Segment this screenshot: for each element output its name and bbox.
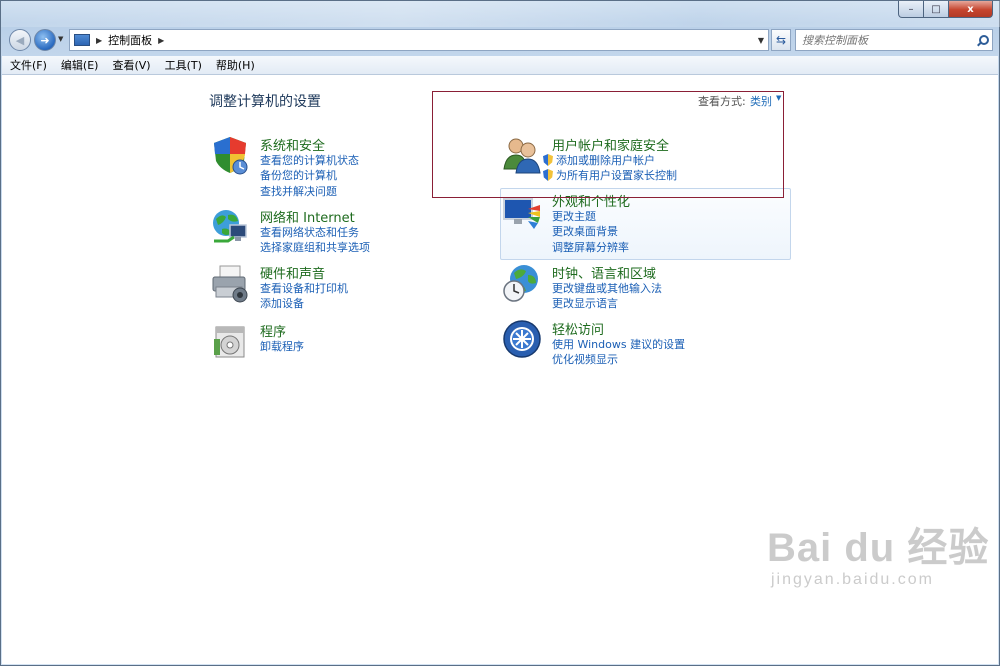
link-change-display-language[interactable]: 更改显示语言 bbox=[552, 295, 618, 311]
category-programs: 程序 卸载程序 bbox=[210, 321, 450, 361]
breadcrumb-separator-icon[interactable]: ▶ bbox=[158, 36, 164, 45]
link-view-network-status[interactable]: 查看网络状态和任务 bbox=[260, 224, 359, 240]
annotation-highlight-box bbox=[432, 91, 784, 198]
network-icon[interactable] bbox=[210, 207, 250, 247]
back-button[interactable]: ◀ bbox=[9, 29, 31, 51]
link-devices-printers[interactable]: 查看设备和打印机 bbox=[260, 280, 348, 296]
link-uninstall-program[interactable]: 卸载程序 bbox=[260, 338, 304, 354]
watermark-main: Bai du 经验 bbox=[767, 526, 990, 570]
watermark-url: jingyan.baidu.com bbox=[771, 571, 934, 588]
recent-pages-dropdown[interactable]: ▼ bbox=[58, 35, 66, 43]
menu-edit[interactable]: 编辑(E) bbox=[61, 57, 99, 73]
navigation-bar: ◀ ➜ ▼ ▶ 控制面板 ▶ ▼ ⇆ bbox=[7, 27, 993, 53]
printer-icon[interactable] bbox=[210, 263, 250, 303]
breadcrumb-separator-icon[interactable]: ▶ bbox=[96, 36, 102, 45]
close-button[interactable]: x bbox=[949, 1, 993, 18]
search-box[interactable] bbox=[795, 29, 993, 51]
link-troubleshoot[interactable]: 查找并解决问题 bbox=[260, 183, 337, 199]
maximize-button[interactable]: □ bbox=[924, 1, 949, 18]
control-panel-icon bbox=[74, 34, 90, 46]
menu-help[interactable]: 帮助(H) bbox=[216, 57, 255, 73]
category-hardware-sound: 硬件和声音 查看设备和打印机 添加设备 bbox=[210, 263, 450, 311]
link-view-computer-status[interactable]: 查看您的计算机状态 bbox=[260, 152, 359, 168]
category-clock-language-region: 时钟、语言和区域 更改键盘或其他输入法 更改显示语言 bbox=[502, 263, 782, 311]
link-homegroup-sharing[interactable]: 选择家庭组和共享选项 bbox=[260, 239, 370, 255]
refresh-icon: ⇆ bbox=[775, 33, 787, 47]
page-title: 调整计算机的设置 bbox=[209, 94, 321, 110]
globe-clock-icon[interactable] bbox=[502, 263, 542, 303]
forward-button[interactable]: ➜ bbox=[34, 29, 56, 51]
menu-view[interactable]: 查看(V) bbox=[112, 57, 150, 73]
window-controls: – □ x bbox=[898, 1, 993, 18]
search-input[interactable] bbox=[802, 33, 962, 47]
category-network-internet: 网络和 Internet 查看网络状态和任务 选择家庭组和共享选项 bbox=[210, 207, 450, 255]
link-change-keyboard-input[interactable]: 更改键盘或其他输入法 bbox=[552, 280, 662, 296]
ease-of-access-icon[interactable] bbox=[502, 319, 542, 359]
link-change-theme[interactable]: 更改主题 bbox=[552, 208, 596, 224]
address-dropdown-icon[interactable]: ▼ bbox=[758, 36, 764, 45]
category-appearance: 外观和个性化 更改主题 更改桌面背景 调整屏幕分辨率 bbox=[502, 191, 782, 254]
link-optimize-video-display[interactable]: 优化视频显示 bbox=[552, 351, 618, 367]
breadcrumb-control-panel[interactable]: 控制面板 bbox=[108, 32, 152, 48]
search-icon[interactable] bbox=[977, 34, 989, 46]
menu-bar: 文件(F) 编辑(E) 查看(V) 工具(T) 帮助(H) bbox=[2, 56, 998, 75]
category-system-security: 系统和安全 查看您的计算机状态 备份您的计算机 查找并解决问题 bbox=[210, 135, 450, 198]
category-ease-of-access: 轻松访问 使用 Windows 建议的设置 优化视频显示 bbox=[502, 319, 782, 367]
shield-icon[interactable] bbox=[210, 135, 250, 175]
menu-file[interactable]: 文件(F) bbox=[10, 57, 47, 73]
refresh-button[interactable]: ⇆ bbox=[771, 29, 791, 51]
control-panel-window: – □ x ◀ ➜ ▼ ▶ 控制面板 ▶ ▼ ⇆ 文件(F) 编辑(E) 查看(… bbox=[0, 0, 1000, 666]
link-adjust-resolution[interactable]: 调整屏幕分辨率 bbox=[552, 239, 629, 255]
baidu-watermark: Bai du 经验 jingyan.baidu.com bbox=[767, 515, 989, 589]
menu-tools[interactable]: 工具(T) bbox=[165, 57, 202, 73]
link-backup-computer[interactable]: 备份您的计算机 bbox=[260, 167, 337, 183]
programs-icon[interactable] bbox=[210, 321, 250, 361]
link-add-device[interactable]: 添加设备 bbox=[260, 295, 304, 311]
title-bar[interactable] bbox=[1, 1, 1000, 27]
link-windows-recommended-settings[interactable]: 使用 Windows 建议的设置 bbox=[552, 336, 685, 352]
address-bar[interactable]: ▶ 控制面板 ▶ ▼ bbox=[69, 29, 769, 51]
link-change-desktop-background[interactable]: 更改桌面背景 bbox=[552, 223, 618, 239]
minimize-button[interactable]: – bbox=[898, 1, 924, 18]
